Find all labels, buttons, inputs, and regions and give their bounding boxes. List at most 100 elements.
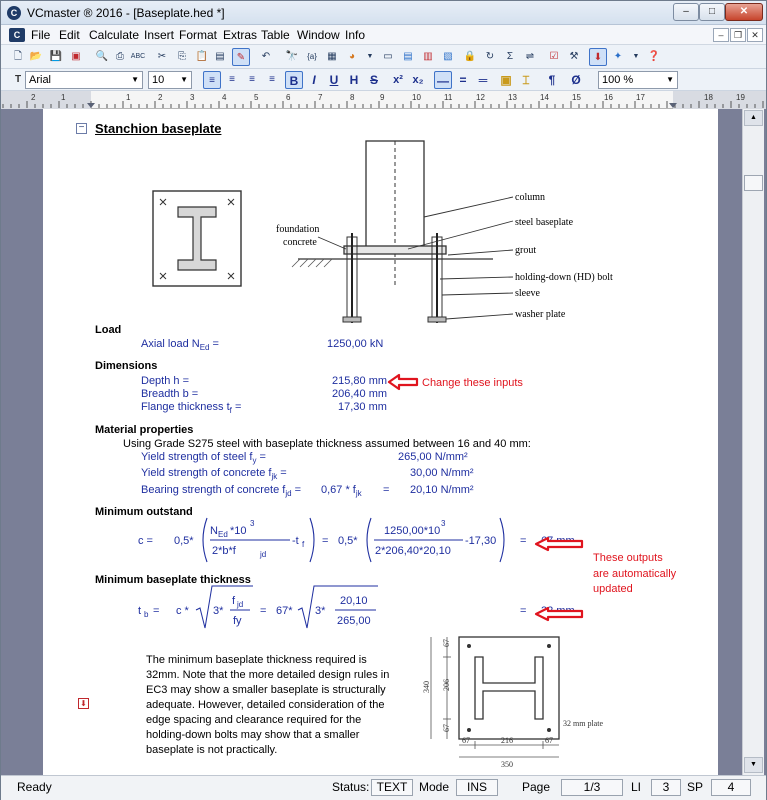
menu-table[interactable]: Table <box>261 28 290 42</box>
strikethrough-button[interactable]: S <box>365 71 383 89</box>
menu-format[interactable]: Format <box>179 28 217 42</box>
thickness-numerator: 20,10 <box>340 595 368 607</box>
copy-icon[interactable]: ⎘ <box>173 48 191 66</box>
print-preview-icon[interactable]: 🔍 <box>93 48 111 66</box>
menu-file[interactable]: File <box>31 28 50 42</box>
superscript-button[interactable]: x² <box>389 71 407 89</box>
zoom-select[interactable]: 100 % ▼ <box>598 71 678 89</box>
line-thick-icon[interactable]: ═ <box>474 71 492 89</box>
subscript-button[interactable]: x₂ <box>409 71 427 89</box>
maximize-button[interactable]: □ <box>699 3 725 21</box>
page-break-marker-icon[interactable]: ⬇ <box>78 698 89 709</box>
check-icon[interactable]: ☑ <box>545 48 563 66</box>
binoculars-icon[interactable]: 🔭 <box>283 48 301 66</box>
book-icon[interactable]: ▥ <box>419 48 437 66</box>
column-icon[interactable]: ⌶ <box>517 71 535 89</box>
depth-value[interactable]: 215,80 mm <box>332 375 387 387</box>
paragraph-button[interactable]: ¶ <box>543 71 561 89</box>
document-restore-button[interactable]: ❐ <box>730 28 746 42</box>
layout-icon[interactable]: ▤ <box>399 48 417 66</box>
axial-load-value[interactable]: 1250,00 kN <box>327 338 383 350</box>
menu-edit[interactable]: Edit <box>59 28 80 42</box>
open-folder-icon[interactable]: 📂 <box>27 48 45 66</box>
print-icon[interactable]: ⎙ <box>111 48 129 66</box>
paragraph-line: holding-down bolts may show that a small… <box>146 729 360 741</box>
fjk-value[interactable]: 30,00 N/mm² <box>410 467 474 479</box>
font-select-value: Arial <box>29 74 52 86</box>
color-icon[interactable]: ▣ <box>497 71 515 89</box>
scrollbar-thumb[interactable] <box>744 175 763 191</box>
ruler-label: 7 <box>318 93 323 102</box>
section-title: Stanchion baseplate <box>95 121 222 136</box>
save-icon[interactable]: 💾 <box>47 48 65 66</box>
align-left-icon[interactable]: ≡ <box>203 71 221 89</box>
status-bar: Ready Status: TEXT Mode INS Page 1/3 LI … <box>1 775 766 800</box>
menu-extras[interactable]: Extras <box>223 28 257 42</box>
line-double-icon[interactable]: = <box>454 71 472 89</box>
horizontal-ruler[interactable]: 2 1 1 2 3 4 5 6 7 8 9 10 11 12 13 14 15 … <box>1 91 766 109</box>
variable-icon[interactable]: {a} <box>303 48 321 66</box>
vertical-scrollbar[interactable]: ▲ ▼ <box>742 109 764 775</box>
plugin-icon[interactable]: ✦ <box>609 48 627 66</box>
scroll-up-icon[interactable]: ▲ <box>744 110 763 126</box>
menu-info[interactable]: Info <box>345 28 365 42</box>
underline-button[interactable]: U <box>325 71 343 89</box>
document-close-button[interactable]: ✕ <box>747 28 763 42</box>
bold-button[interactable]: B <box>285 71 303 89</box>
new-document-icon[interactable]: 🗋 <box>9 48 27 66</box>
empty-set-button[interactable]: Ø <box>567 71 585 89</box>
zoom-dropdown-icon: ▼ <box>666 75 674 84</box>
breadth-value[interactable]: 206,40 mm <box>332 388 387 400</box>
download-icon[interactable]: ⬇ <box>589 48 607 66</box>
fjd-value[interactable]: 20,10 N/mm² <box>410 484 474 496</box>
align-center-icon[interactable]: ≡ <box>223 71 241 89</box>
paste-icon[interactable]: 📋 <box>193 48 211 66</box>
spell-check-icon[interactable]: ABC <box>129 48 147 66</box>
font-select[interactable]: Arial ▼ <box>25 71 143 89</box>
refresh-icon[interactable]: ↻ <box>481 48 499 66</box>
chart-dropdown-icon[interactable]: ▼ <box>361 48 379 66</box>
scroll-down-icon[interactable]: ▼ <box>744 757 763 773</box>
justify-icon[interactable]: ≡ <box>263 71 281 89</box>
ruler-label: 5 <box>254 93 259 102</box>
menu-insert[interactable]: Insert <box>144 28 174 42</box>
lock-icon[interactable]: 🔒 <box>461 48 479 66</box>
fjd-eq: = <box>291 484 302 496</box>
minimize-button[interactable]: – <box>673 3 699 21</box>
vcmaster-app-icon[interactable]: C <box>7 6 21 20</box>
collapse-section-icon[interactable]: − <box>76 123 87 134</box>
close-button[interactable]: ✕ <box>725 3 763 21</box>
fjd-label: Bearing strength of concrete fjd = <box>141 484 301 498</box>
align-right-icon[interactable]: ≡ <box>243 71 261 89</box>
paste-special-icon[interactable]: ▤ <box>211 48 229 66</box>
ruler-label: 18 <box>704 93 713 102</box>
document-minimize-button[interactable]: – <box>713 28 729 42</box>
export-pdf-icon[interactable]: ▣ <box>67 48 85 66</box>
tools-icon[interactable]: ⚒ <box>565 48 583 66</box>
document-page[interactable]: − Stanchion baseplate column steel basep… <box>43 109 718 775</box>
grid-icon[interactable]: ▦ <box>323 48 341 66</box>
paragraph-line: 32mm. Note that the more detailed design… <box>146 669 390 681</box>
calculate-icon[interactable]: ⇌ <box>521 48 539 66</box>
help-icon[interactable]: ❓ <box>645 48 663 66</box>
sum-icon[interactable]: Σ <box>501 48 519 66</box>
font-size-select[interactable]: 10 ▼ <box>148 71 192 89</box>
highlight-button[interactable]: H <box>345 71 363 89</box>
fjk-eq: = <box>277 467 287 479</box>
edit-mode-icon[interactable]: ✎ <box>232 48 250 66</box>
italic-button[interactable]: I <box>305 71 323 89</box>
outstand-denominator: 2*b*f <box>212 545 237 557</box>
line-single-icon[interactable]: — <box>434 71 452 89</box>
cut-icon[interactable]: ✂ <box>153 48 171 66</box>
document-menu-icon[interactable]: C <box>9 28 25 42</box>
template-icon[interactable]: ▧ <box>439 48 457 66</box>
line-label: LI <box>631 780 642 794</box>
undo-icon[interactable]: ↶ <box>257 48 275 66</box>
flange-thickness-value[interactable]: 17,30 mm <box>338 401 387 413</box>
fy-value[interactable]: 265,00 N/mm² <box>398 451 468 463</box>
menu-calculate[interactable]: Calculate <box>89 28 139 42</box>
page-icon[interactable]: ▭ <box>379 48 397 66</box>
chart-icon[interactable]: ◕ <box>343 48 361 66</box>
menu-window[interactable]: Window <box>297 28 340 42</box>
plugin-dropdown-icon[interactable]: ▼ <box>627 48 645 66</box>
